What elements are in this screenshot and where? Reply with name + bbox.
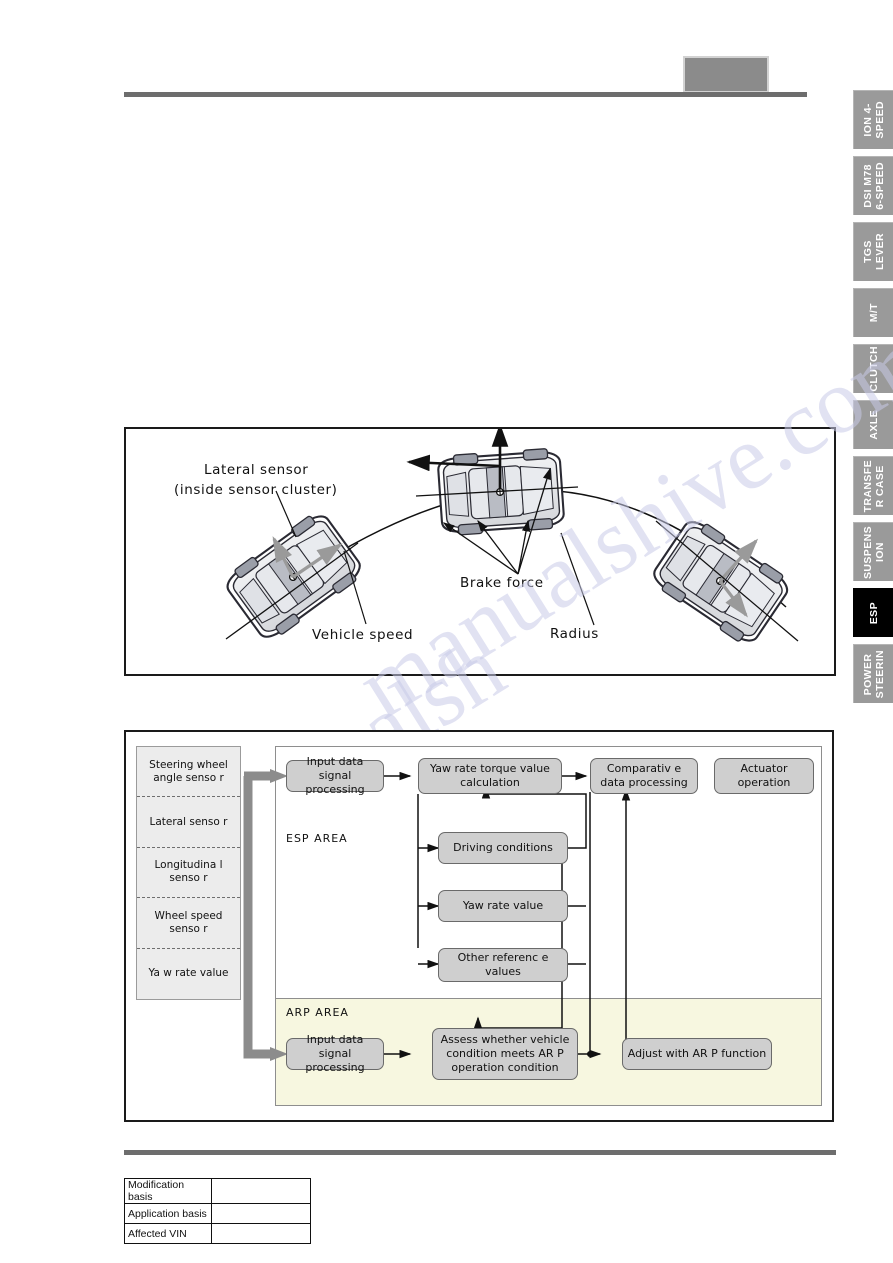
side-tab-transfe-r-case[interactable]: TRANSFE R CASE xyxy=(853,456,893,515)
side-tab-ion-4-speed[interactable]: ION 4- SPEED xyxy=(853,90,893,149)
table-row: Affected VIN xyxy=(124,1223,311,1244)
revision-info-body: Modification basis Application basis Affec… xyxy=(124,1178,311,1244)
table-cell-value[interactable] xyxy=(211,1203,311,1224)
table-cell-label: Modification basis xyxy=(124,1178,212,1204)
side-tab-suspens-ion[interactable]: SUSPENS ION xyxy=(853,522,893,581)
header-divider-rule xyxy=(124,92,807,97)
node-comparative-data-processing[interactable]: Comparativ e data processing xyxy=(590,758,698,794)
side-tab-esp[interactable]: ESP xyxy=(853,588,893,637)
side-tab-axle[interactable]: AXLE xyxy=(853,400,893,449)
side-tab-label: POWER STEERIN xyxy=(862,649,886,699)
side-tab-label: TGS LEVER xyxy=(862,233,886,271)
side-tab-label: CLUTCH xyxy=(868,346,880,392)
side-tab-label: M/T xyxy=(868,303,880,323)
table-cell-value[interactable] xyxy=(211,1178,311,1204)
side-tab-label: DSI M78 6-SPEED xyxy=(862,162,886,210)
label-brake-force: Brake force xyxy=(460,575,544,591)
label-lateral-sensor-line1: Lateral sensor xyxy=(204,462,309,478)
arp-area-label: ARP AREA xyxy=(286,1006,349,1019)
section-tab-strip: ION 4- SPEED DSI M78 6-SPEED TGS LEVER M/T C… xyxy=(853,90,893,710)
side-tab-label: AXLE xyxy=(868,410,880,440)
table-cell-label: Application basis xyxy=(124,1203,212,1224)
label-vehicle-speed: Vehicle speed xyxy=(312,627,414,643)
sensor-cell-0: Steering wheel angle senso r xyxy=(137,747,240,798)
node-other-reference-values[interactable]: Other referenc e values xyxy=(438,948,568,982)
esp-arp-flowchart: Steering wheel angle senso r Lateral sens… xyxy=(124,730,834,1122)
table-row: Application basis xyxy=(124,1203,311,1224)
side-tab-m-t[interactable]: M/T xyxy=(853,288,893,337)
header-redacted-box xyxy=(683,56,769,93)
node-esp-input-data-signal-processing[interactable]: Input data signal processing xyxy=(286,755,384,796)
node-yaw-rate-torque-value-calculation[interactable]: Yaw rate torque value calculation xyxy=(418,758,562,794)
table-cell-value[interactable] xyxy=(211,1223,311,1244)
sensor-cell-3: Wheel speed senso r xyxy=(137,898,240,949)
sensor-cell-2: Longitudina l senso r xyxy=(137,848,240,899)
sensor-input-column: Steering wheel angle senso r Lateral sens… xyxy=(136,746,241,1000)
side-tab-tgs-lever[interactable]: TGS LEVER xyxy=(853,222,893,281)
node-adjust-with-arp-function[interactable]: Adjust with AR P function xyxy=(622,1038,772,1070)
footer-divider-rule xyxy=(124,1150,836,1155)
side-tab-label: ESP xyxy=(868,601,880,625)
label-lateral-sensor-line2: (inside sensor cluster) xyxy=(174,482,338,498)
side-tab-label: ION 4- SPEED xyxy=(862,101,886,139)
table-row: Modification basis xyxy=(124,1178,311,1204)
esp-vehicle-diagram: Lateral sensor (inside sensor cluster) V… xyxy=(124,427,836,676)
sensor-cell-4: Ya w rate value xyxy=(148,967,229,980)
node-yaw-rate-value[interactable]: Yaw rate value xyxy=(438,890,568,922)
side-tab-dsi-m78-6-speed[interactable]: DSI M78 6-SPEED xyxy=(853,156,893,215)
node-assess-arp-condition[interactable]: Assess whether vehicle condition meets A… xyxy=(432,1028,578,1080)
sensor-cell-1: Lateral senso r xyxy=(137,797,240,848)
node-arp-input-data-signal-processing[interactable]: Input data signal processing xyxy=(286,1033,384,1074)
revision-info-table: Modification basis Application basis Affec… xyxy=(124,1178,311,1244)
side-tab-label: TRANSFE R CASE xyxy=(862,459,886,513)
side-tab-power-steerin[interactable]: POWER STEERIN xyxy=(853,644,893,703)
label-radius: Radius xyxy=(550,626,599,642)
table-cell-label: Affected VIN xyxy=(124,1223,212,1244)
node-actuator-operation[interactable]: Actuator operation xyxy=(714,758,814,794)
side-tab-clutch[interactable]: CLUTCH xyxy=(853,344,893,393)
node-driving-conditions[interactable]: Driving conditions xyxy=(438,832,568,864)
esp-area-label: ESP AREA xyxy=(286,832,348,845)
side-tab-label: SUSPENS ION xyxy=(862,525,886,579)
